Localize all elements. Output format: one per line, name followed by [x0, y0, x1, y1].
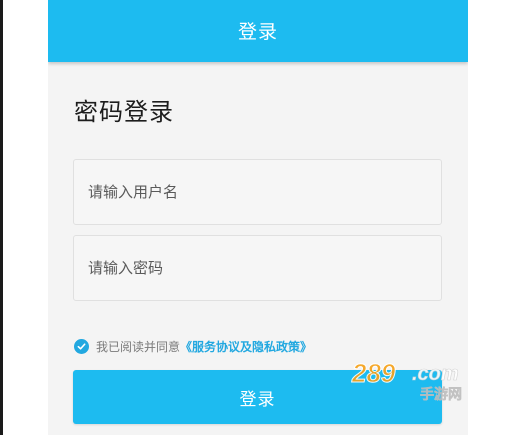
checkmark-icon[interactable]: [74, 339, 89, 354]
username-field[interactable]: [73, 159, 442, 225]
username-input[interactable]: [74, 160, 441, 224]
agreement-row: 我已阅读并同意 《服务协议及隐私政策》: [74, 338, 312, 355]
page-title: 密码登录: [74, 98, 174, 126]
header-title: 登录: [237, 20, 278, 43]
terms-privacy-link[interactable]: 《服务协议及隐私政策》: [180, 338, 312, 355]
password-field[interactable]: [73, 235, 442, 301]
top-bar: 登录: [48, 0, 468, 62]
left-border: [0, 0, 3, 435]
login-button[interactable]: 登录: [73, 370, 442, 424]
agreement-text: 我已阅读并同意: [96, 340, 181, 354]
password-input[interactable]: [74, 236, 441, 300]
login-screen: 登录 密码登录 我已阅读并同意 《服务协议及隐私政策》 登录: [48, 0, 468, 435]
